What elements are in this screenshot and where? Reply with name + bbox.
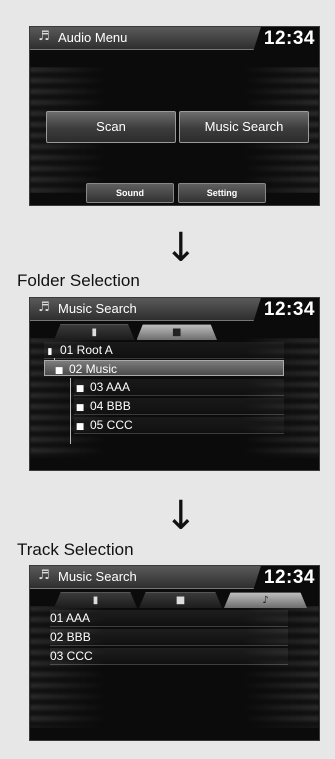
music-note-icon: ♬ bbox=[38, 300, 50, 315]
folder-icon: ■ bbox=[54, 366, 64, 376]
scan-button[interactable]: Scan bbox=[46, 111, 176, 143]
source-tabs: ▮ ■ ♪ bbox=[54, 592, 309, 608]
clock: 12:34 bbox=[263, 28, 315, 49]
track-row[interactable]: 03 CCC bbox=[50, 648, 288, 665]
folder-selection-screen: ♬ Music Search 12:34 ▮ ■ ▮ 01 Root A ■ 02 … bbox=[29, 297, 320, 471]
sound-button[interactable]: Sound bbox=[86, 183, 174, 203]
track-selection-screen: ♬ Music Search 12:34 ▮ ■ ♪ 01 AAA 02 BBB… bbox=[29, 565, 320, 741]
down-arrow-icon: ↓ bbox=[164, 493, 198, 539]
folder-row[interactable]: ▮ 01 Root A bbox=[44, 342, 284, 359]
track-label: 03 CCC bbox=[50, 649, 93, 663]
music-search-button[interactable]: Music Search bbox=[179, 111, 309, 143]
tab-device[interactable]: ▮ bbox=[54, 592, 137, 608]
section-label-track: Track Selection bbox=[17, 540, 134, 559]
folder-icon: ■ bbox=[75, 384, 85, 394]
clock: 12:34 bbox=[263, 567, 315, 588]
folder-row-selected[interactable]: ■ 02 Music bbox=[44, 360, 284, 376]
tab-folder[interactable]: ■ bbox=[136, 324, 217, 340]
folder-label: 04 BBB bbox=[90, 399, 131, 413]
setting-button[interactable]: Setting bbox=[178, 183, 266, 203]
down-arrow-icon: ↓ bbox=[164, 225, 198, 271]
folder-icon: ■ bbox=[75, 422, 85, 432]
manual-page: ♬ Audio Menu 12:34 Scan Music Search Sou… bbox=[0, 0, 335, 759]
section-label-folder: Folder Selection bbox=[17, 271, 140, 290]
folder-row[interactable]: ■ 03 AAA bbox=[74, 379, 284, 396]
tree-line bbox=[70, 378, 71, 444]
track-label: 01 AAA bbox=[50, 611, 91, 625]
track-label: 02 BBB bbox=[50, 630, 91, 644]
folder-label: 05 CCC bbox=[90, 418, 133, 432]
tab-track[interactable]: ♪ bbox=[224, 592, 307, 608]
music-note-icon: ♬ bbox=[38, 29, 50, 44]
source-tabs: ▮ ■ bbox=[54, 324, 219, 340]
device-icon: ▮ bbox=[47, 347, 53, 357]
track-row[interactable]: 01 AAA bbox=[50, 610, 288, 627]
tab-folder[interactable]: ■ bbox=[139, 592, 222, 608]
music-note-icon: ♬ bbox=[38, 568, 50, 583]
folder-icon: ■ bbox=[75, 403, 85, 413]
audio-menu-screen: ♬ Audio Menu 12:34 Scan Music Search Sou… bbox=[29, 26, 320, 206]
folder-row[interactable]: ■ 04 BBB bbox=[74, 398, 284, 415]
tab-device[interactable]: ▮ bbox=[54, 324, 135, 340]
folder-label: 03 AAA bbox=[90, 380, 131, 394]
screen-title: Music Search bbox=[58, 569, 137, 584]
folder-label: 02 Music bbox=[69, 362, 118, 376]
folder-row[interactable]: ■ 05 CCC bbox=[74, 417, 284, 434]
track-row[interactable]: 02 BBB bbox=[50, 629, 288, 646]
folder-label: 01 Root A bbox=[60, 343, 113, 357]
screen-title: Music Search bbox=[58, 301, 137, 316]
clock: 12:34 bbox=[263, 299, 315, 320]
screen-title: Audio Menu bbox=[58, 30, 128, 45]
